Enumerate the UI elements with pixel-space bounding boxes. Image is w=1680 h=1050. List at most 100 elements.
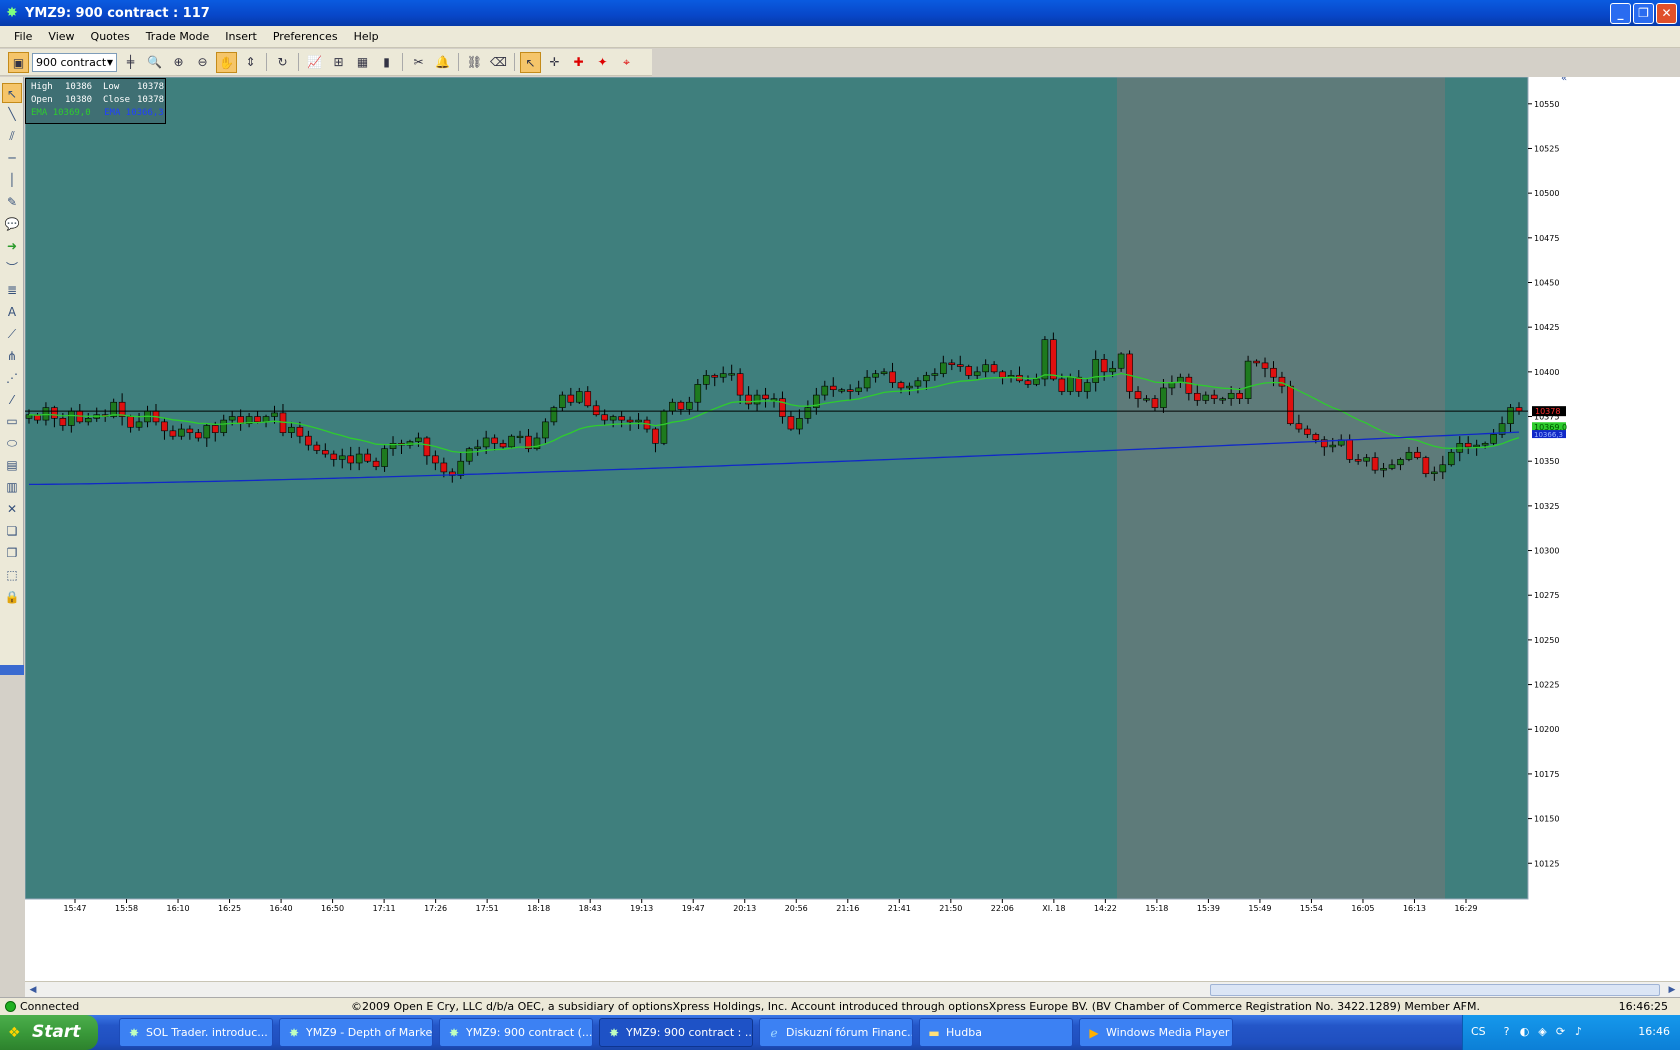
- pitchfork-icon[interactable]: ⋔: [2, 346, 22, 366]
- menu-preferences[interactable]: Preferences: [265, 30, 346, 43]
- x-tick-label: 21:50: [939, 904, 962, 913]
- crosshair-arrow-icon[interactable]: ⌖: [616, 52, 637, 73]
- chart-svg[interactable]: « 10125 10150 10175 10200 10225 10250 10275 1030…: [25, 77, 1680, 981]
- menu-file[interactable]: File: [6, 30, 40, 43]
- task-internet-explorer[interactable]: ℯ Diskuzní fórum Financ...: [759, 1018, 913, 1047]
- low-label: Low: [103, 82, 120, 92]
- sync-icon[interactable]: ⟳: [1553, 1024, 1568, 1039]
- minimize-button[interactable]: _: [1610, 3, 1631, 24]
- menu-help[interactable]: Help: [346, 30, 387, 43]
- language-indicator[interactable]: CS: [1471, 1025, 1486, 1038]
- crosshair-icon[interactable]: ✛: [544, 52, 565, 73]
- hierarchy-icon[interactable]: ⊞: [328, 52, 349, 73]
- fibonacci-icon[interactable]: ≣: [2, 280, 22, 300]
- speed-lines-icon[interactable]: ⁄: [2, 390, 22, 410]
- menu-view[interactable]: View: [40, 30, 82, 43]
- volume-icon[interactable]: ♪: [1571, 1024, 1586, 1039]
- menu-insert[interactable]: Insert: [217, 30, 265, 43]
- candle-body: [1210, 394, 1218, 399]
- x-tick-label: 15:54: [1300, 904, 1323, 913]
- scissors-icon[interactable]: ✂: [408, 52, 429, 73]
- candle-body: [982, 364, 989, 373]
- network-icon[interactable]: ◐: [1517, 1024, 1532, 1039]
- hand-tool-icon[interactable]: ✋: [216, 51, 237, 73]
- price-chart[interactable]: « 10125 10150 10175 10200 10225 10250 10275 1030…: [25, 77, 1680, 981]
- scroll-left-icon[interactable]: ◀: [26, 983, 40, 997]
- ellipse-icon[interactable]: ⬭: [2, 433, 22, 453]
- autoscale-icon[interactable]: ⇕: [240, 52, 261, 73]
- horizontal-line-icon[interactable]: ─: [2, 148, 22, 168]
- chart-type-icon[interactable]: ╪: [120, 52, 141, 73]
- vertical-line-icon[interactable]: │: [2, 170, 22, 190]
- channel-icon[interactable]: ⫽: [2, 126, 22, 146]
- callout-icon[interactable]: 💬: [2, 214, 22, 234]
- menu-trade-mode[interactable]: Trade Mode: [138, 30, 218, 43]
- menu-quotes[interactable]: Quotes: [83, 30, 138, 43]
- candle-body: [1050, 339, 1057, 380]
- pointer-icon[interactable]: ↖: [520, 51, 541, 73]
- candle-body: [1295, 423, 1303, 430]
- studies-icon[interactable]: 📈: [304, 52, 325, 73]
- crosshair-red-icon[interactable]: ✚: [568, 52, 589, 73]
- media-player-icon: ▶: [1089, 1026, 1099, 1040]
- text-icon[interactable]: A: [2, 302, 22, 322]
- zoom-out-icon[interactable]: ⊖: [192, 52, 213, 73]
- maximize-button[interactable]: ❐: [1633, 3, 1654, 24]
- gann-fan-icon[interactable]: ⟋: [2, 324, 22, 344]
- rectangle-icon[interactable]: ▭: [2, 411, 22, 431]
- y-tick-label: 10250: [1534, 636, 1559, 645]
- task-contract-chart-1[interactable]: ✸ YMZ9: 900 contract (...: [439, 1018, 593, 1047]
- contract-select[interactable]: 900 contract ▼: [32, 52, 117, 72]
- chevron-down-icon[interactable]: ▼: [104, 54, 116, 71]
- candle-body: [1058, 378, 1066, 392]
- paste-icon[interactable]: ❐: [2, 543, 22, 563]
- task-folder-hudba[interactable]: ▬ Hudba: [919, 1018, 1073, 1047]
- candle-body: [127, 416, 134, 428]
- help-icon[interactable]: ?: [1499, 1024, 1514, 1039]
- task-depth-of-market[interactable]: ✸ YMZ9 - Depth of Market: [279, 1018, 433, 1047]
- volume-icon[interactable]: ▮: [376, 52, 397, 73]
- crosshair-dot-icon[interactable]: ✦: [592, 52, 613, 73]
- properties-icon[interactable]: ▤: [2, 455, 22, 475]
- zoom-in-icon[interactable]: ⊕: [168, 52, 189, 73]
- task-media-player[interactable]: ▶ Windows Media Player: [1079, 1018, 1233, 1047]
- bar-colors-icon[interactable]: ▦: [352, 52, 373, 73]
- select-area-icon[interactable]: ⬚: [2, 565, 22, 585]
- zoom-menu-icon[interactable]: 🔍: [144, 52, 165, 73]
- task-sol-trader[interactable]: ✸ SOL Trader. introduc...: [119, 1018, 273, 1047]
- link-icon[interactable]: ⛓: [464, 52, 485, 73]
- scrollbar-thumb[interactable]: [1210, 984, 1660, 996]
- fan-icon[interactable]: ⋰: [2, 368, 22, 388]
- template-icon[interactable]: ▥: [2, 477, 22, 497]
- lock-icon[interactable]: 🔒: [2, 587, 22, 607]
- candle-body: [669, 401, 676, 412]
- candle-body: [1193, 392, 1201, 401]
- candle-body: [1109, 367, 1116, 373]
- horizontal-scrollbar[interactable]: ◀ ▶: [25, 981, 1680, 997]
- high-label: High: [31, 82, 53, 92]
- refresh-icon[interactable]: ↻: [272, 52, 293, 73]
- start-button[interactable]: ❖ Start: [0, 1015, 98, 1050]
- candle-body: [838, 389, 846, 392]
- toolbar-divider: [458, 53, 459, 71]
- candle-body: [1515, 407, 1523, 412]
- candle-body: [889, 371, 896, 383]
- task-contract-chart-2[interactable]: ✸ YMZ9: 900 contract : ...: [599, 1018, 753, 1047]
- scroll-right-icon[interactable]: ▶: [1665, 983, 1679, 997]
- chart-settings-icon[interactable]: ▣: [8, 51, 29, 73]
- note-icon[interactable]: ✎: [2, 192, 22, 212]
- close-label: Close: [103, 95, 131, 105]
- pointer-icon[interactable]: ↖: [2, 83, 22, 103]
- toolbar-collapse-icon[interactable]: [0, 665, 24, 675]
- eraser-icon[interactable]: ⌫: [488, 52, 509, 73]
- close-button[interactable]: ✕: [1656, 3, 1677, 24]
- delete-icon[interactable]: ✕: [2, 499, 22, 519]
- candle-body: [465, 448, 473, 462]
- arrow-icon[interactable]: ➜: [2, 236, 22, 256]
- copy-icon[interactable]: ❏: [2, 521, 22, 541]
- alert-bell-icon[interactable]: 🔔: [432, 52, 453, 73]
- security-icon[interactable]: ◈: [1535, 1024, 1550, 1039]
- arc-icon[interactable]: ︶: [2, 258, 22, 278]
- trend-line-icon[interactable]: ╲: [2, 104, 22, 124]
- window-title-bar[interactable]: ✸ YMZ9: 900 contract : 117 _ ❐ ✕: [0, 0, 1680, 26]
